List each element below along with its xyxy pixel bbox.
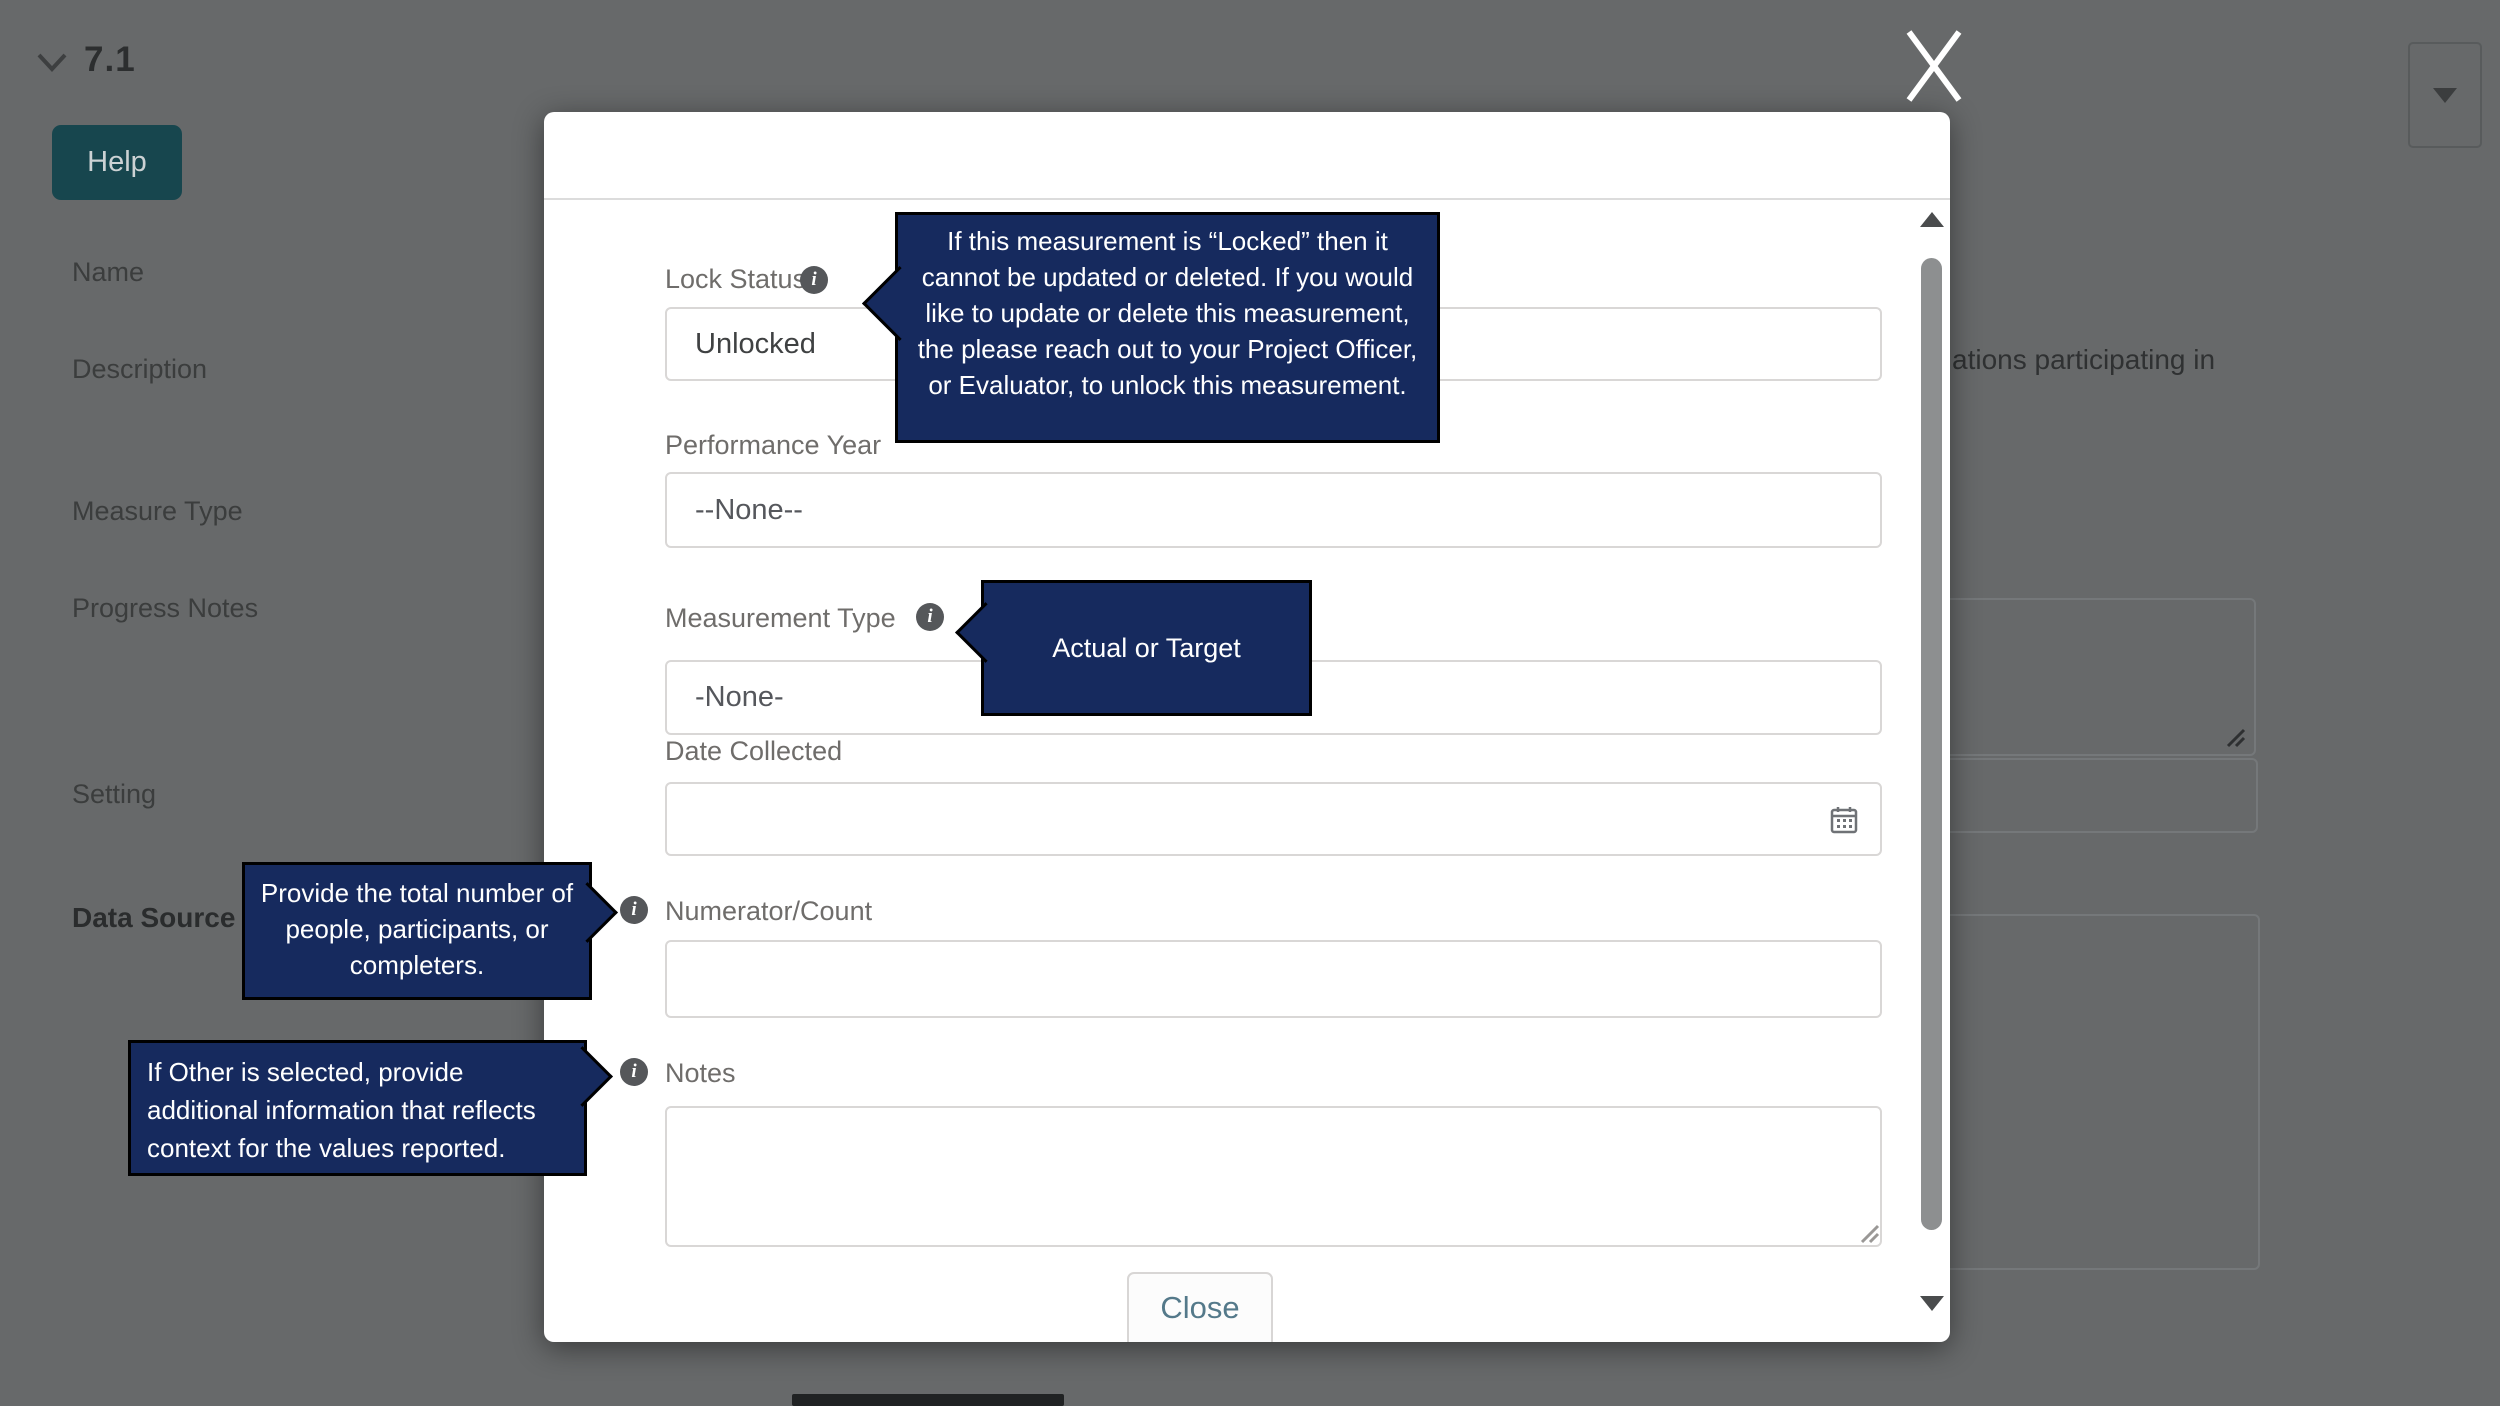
bg-description-text-tail: ations participating in — [1952, 344, 2216, 375]
info-icon[interactable]: i — [916, 603, 944, 631]
modal-header-divider — [544, 198, 1950, 200]
date-collected-field[interactable] — [665, 782, 1882, 856]
scroll-down-arrow-icon[interactable] — [1920, 1296, 1944, 1311]
scrollbar-thumb[interactable] — [1921, 258, 1942, 1230]
notes-tooltip: If Other is selected, provide additional… — [128, 1040, 613, 1176]
notes-label: Notes — [665, 1058, 736, 1088]
resize-handle-icon[interactable] — [1856, 1220, 1880, 1244]
performance-year-field[interactable]: --None-- — [665, 472, 1882, 548]
info-icon[interactable]: i — [620, 1058, 648, 1086]
section-title: 7.1 — [84, 40, 136, 79]
bg-label-measure-type: Measure Type — [72, 496, 243, 526]
x-icon[interactable] — [1904, 26, 1964, 106]
info-icon[interactable]: i — [620, 896, 648, 924]
resize-handle-icon — [2226, 728, 2246, 748]
screen: 7.1 Help Name Description Measure Type P… — [0, 0, 2500, 1406]
caret-down-icon — [2433, 87, 2457, 103]
info-icon[interactable]: i — [800, 266, 828, 294]
chevron-down-icon[interactable] — [36, 52, 68, 74]
row-actions-dropdown-button[interactable] — [2408, 42, 2482, 148]
numerator-tooltip: Provide the total number of people, part… — [242, 862, 618, 1000]
close-button[interactable]: Close — [1127, 1272, 1273, 1342]
measurement-type-label: Measurement Type — [665, 603, 896, 633]
scroll-up-arrow-icon[interactable] — [1920, 212, 1944, 227]
bg-partial-hidden-row — [792, 1394, 1064, 1406]
numerator-field[interactable] — [665, 940, 1882, 1018]
bg-label-progress-notes: Progress Notes — [72, 593, 259, 623]
help-button[interactable]: Help — [52, 125, 182, 200]
calendar-icon[interactable] — [1830, 806, 1858, 834]
measurement-type-tooltip: Actual or Target — [955, 580, 1312, 716]
lock-status-label: Lock Status — [665, 264, 807, 294]
notes-textarea[interactable] — [665, 1106, 1882, 1247]
bg-label-setting: Setting — [72, 779, 157, 809]
date-collected-label: Date Collected — [665, 736, 843, 766]
bg-label-data-source: Data Source — [72, 902, 236, 933]
bg-label-description: Description — [72, 354, 208, 384]
performance-year-label: Performance Year — [665, 430, 882, 460]
numerator-label: Numerator/Count — [665, 896, 873, 926]
bg-label-name: Name — [72, 257, 145, 287]
lock-status-tooltip: If this measurement is “Locked” then it … — [862, 212, 1440, 443]
